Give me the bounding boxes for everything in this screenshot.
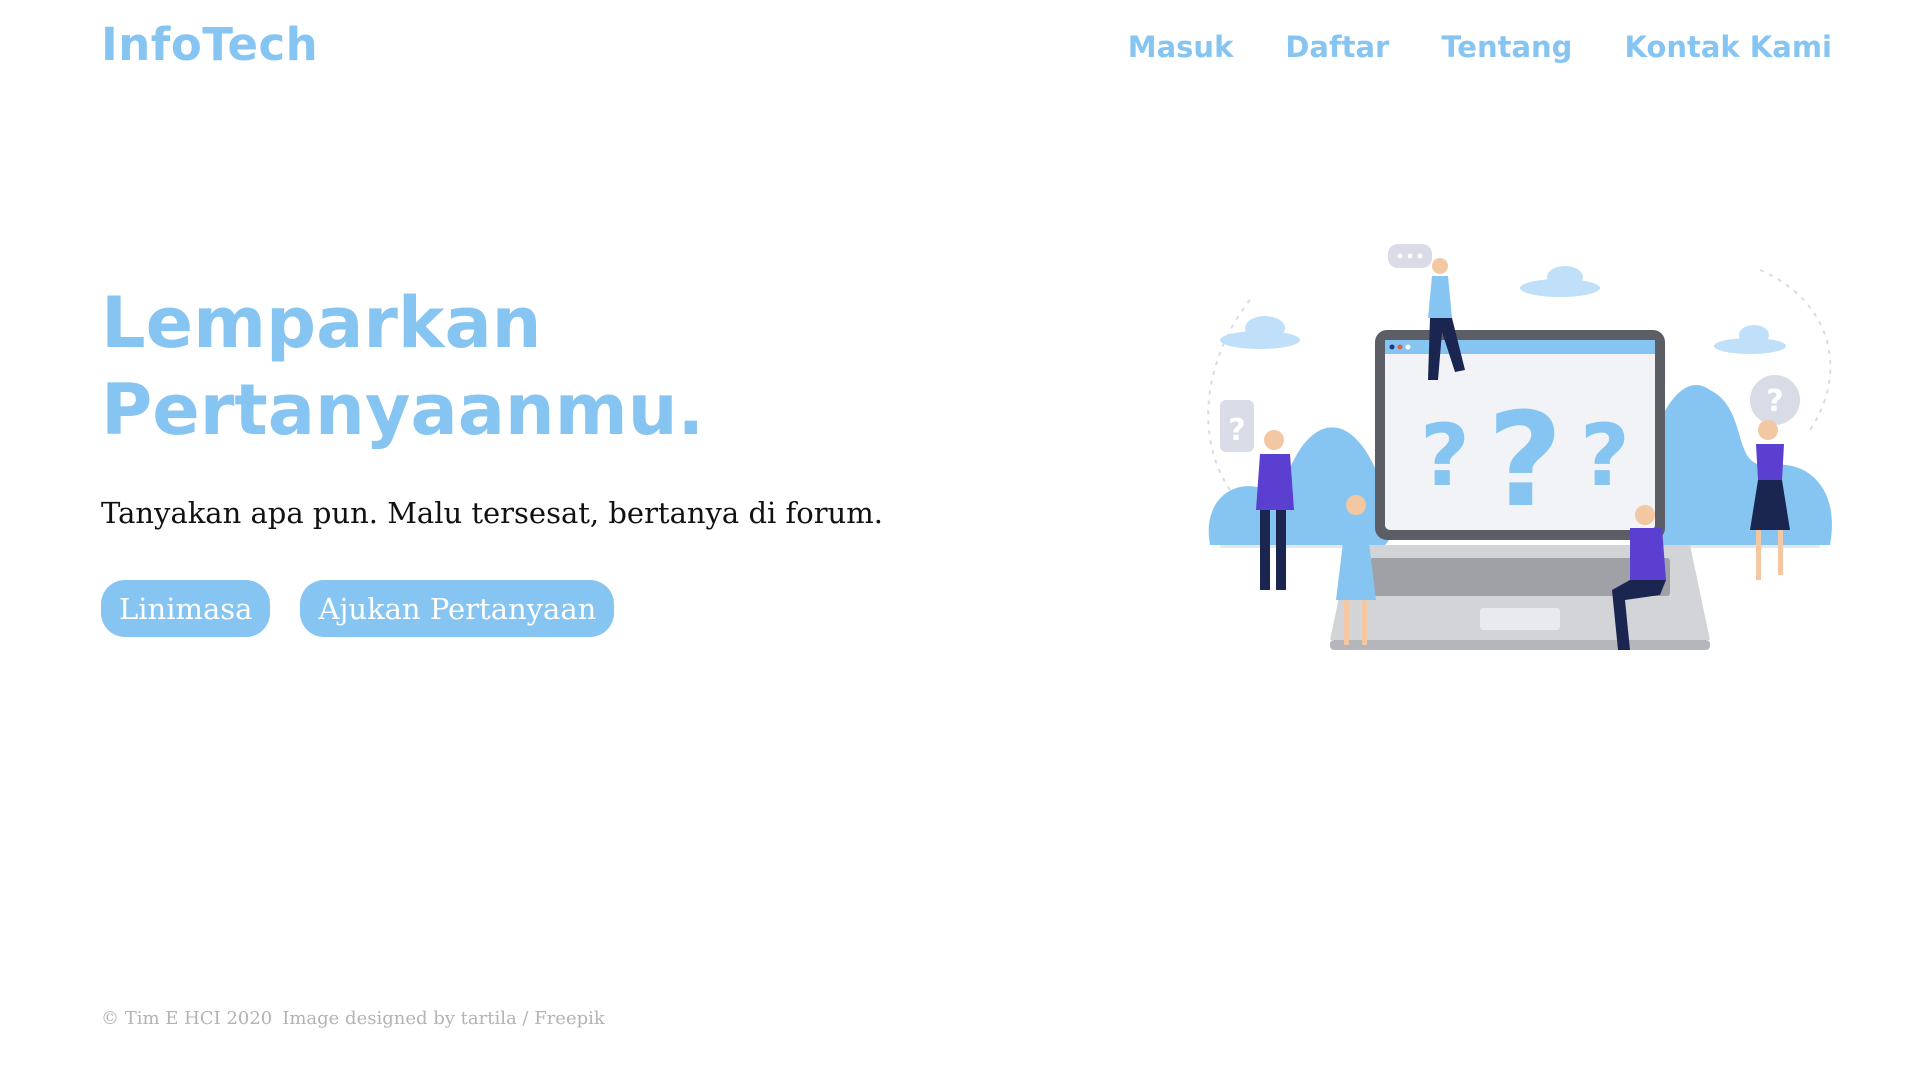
nav-tentang[interactable]: Tentang <box>1441 30 1572 64</box>
person-right <box>1750 420 1790 580</box>
nav-masuk[interactable]: Masuk <box>1128 30 1234 64</box>
nav-kontak-kami[interactable]: Kontak Kami <box>1624 30 1832 64</box>
brand-logo[interactable]: InfoTech <box>101 18 318 71</box>
hero-title-line-1: Lemparkan <box>101 282 542 364</box>
question-bubble-left-mark: ? <box>1228 413 1245 448</box>
question-mark-2: ? <box>1487 384 1562 536</box>
hero-title: Lemparkan Pertanyaanmu. <box>101 280 704 454</box>
footer-copyright: © Tim E HCI 2020 <box>101 1008 273 1029</box>
top-nav: Masuk Daftar Tentang Kontak Kami <box>1128 30 1832 64</box>
person-left <box>1256 430 1294 590</box>
speech-bubble-icon <box>1388 244 1432 268</box>
question-mark-1: ? <box>1420 406 1470 506</box>
question-mark-3: ? <box>1580 406 1630 506</box>
hero-actions: Linimasa Ajukan Pertanyaan <box>101 580 615 637</box>
footer: © Tim E HCI 2020 Image designed by tarti… <box>101 1008 605 1029</box>
hero-subtitle: Tanyakan apa pun. Malu tersesat, bertany… <box>101 496 883 530</box>
hero-illustration: ? ? ? ? ? <box>1207 244 1832 650</box>
ask-question-button[interactable]: Ajukan Pertanyaan <box>300 580 615 637</box>
question-bubble-right-mark: ? <box>1766 384 1783 419</box>
nav-daftar[interactable]: Daftar <box>1285 30 1389 64</box>
footer-image-credit: Image designed by tartila / Freepik <box>282 1008 605 1029</box>
hero-title-line-2: Pertanyaanmu. <box>101 369 705 451</box>
timeline-button[interactable]: Linimasa <box>101 580 271 637</box>
bush-right <box>1641 384 1832 545</box>
